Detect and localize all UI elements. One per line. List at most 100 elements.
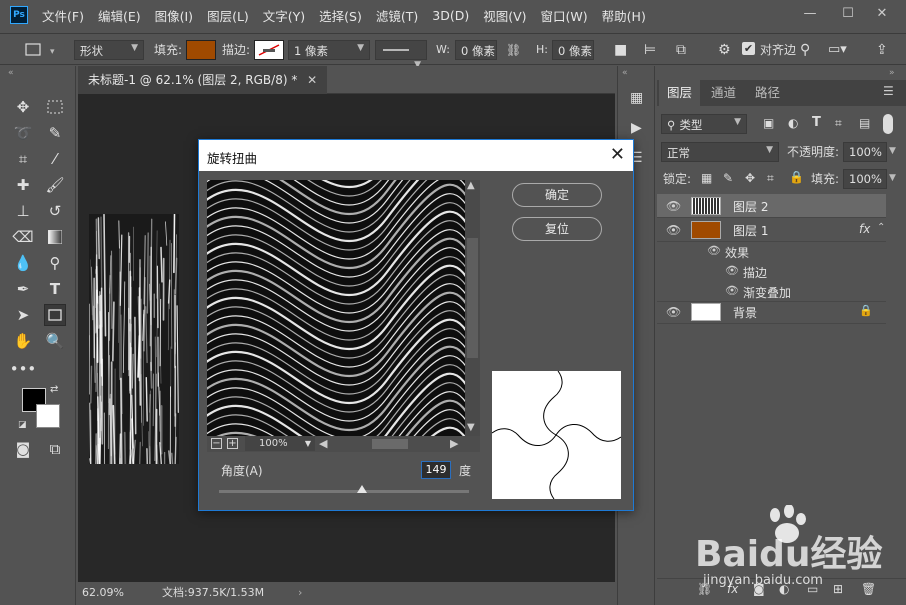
fill-color-swatch[interactable]	[186, 40, 216, 60]
scroll-left-icon[interactable]: ◀	[319, 437, 327, 450]
dialog-close-icon[interactable]: ✕	[610, 144, 625, 165]
align-edges-checkbox[interactable]: ✔	[742, 42, 755, 55]
effect-gradient-overlay-row[interactable]: 👁 渐变叠加	[657, 282, 886, 302]
path-operations-icon[interactable]: ■	[614, 40, 627, 60]
filter-preview[interactable]	[207, 180, 465, 436]
layer-filter-select[interactable]: ⚲ 类型 ▼	[661, 114, 747, 134]
tab-paths[interactable]: 路径	[747, 80, 788, 106]
effects-visibility-eye-icon[interactable]: 👁	[707, 244, 721, 257]
menu-layer[interactable]: 图层(L)	[207, 6, 249, 25]
history-panel-icon[interactable]: ▦	[630, 90, 643, 106]
zoom-in-icon[interactable]: +	[227, 438, 238, 449]
dodge-tool-icon[interactable]: ⚲	[44, 252, 66, 274]
path-selection-tool-icon[interactable]: ➤	[12, 304, 34, 326]
crop-tool-icon[interactable]: ⌗	[12, 148, 34, 170]
zoom-out-icon[interactable]: −	[211, 438, 222, 449]
lasso-tool-icon[interactable]: ➰	[12, 122, 34, 144]
lock-position-icon[interactable]: ✥	[745, 171, 755, 185]
scroll-down-icon[interactable]: ▼	[467, 422, 475, 433]
reset-button[interactable]: 复位	[512, 217, 602, 241]
quick-selection-tool-icon[interactable]: ✎	[44, 122, 66, 144]
swap-colors-icon[interactable]: ⇄	[50, 384, 58, 395]
menu-select[interactable]: 选择(S)	[319, 6, 362, 25]
visibility-eye-icon[interactable]: 👁	[666, 199, 681, 213]
effect-stroke-row[interactable]: 👁 描边	[657, 262, 886, 282]
path-arrangement-icon[interactable]: ⧉	[676, 40, 686, 60]
tool-preset-picker[interactable]: ▾	[22, 40, 62, 60]
zoom-level-select[interactable]: 100% ▼	[245, 436, 315, 451]
filter-toggle[interactable]	[883, 114, 893, 134]
hand-tool-icon[interactable]: ✋	[12, 330, 34, 352]
effects-row[interactable]: 👁 效果	[657, 242, 886, 262]
filter-pixel-icon[interactable]: ▣	[763, 116, 774, 130]
collapse-effects-icon[interactable]: ⌃	[877, 222, 885, 233]
link-icon[interactable]: ⛓	[506, 40, 521, 60]
angle-slider-thumb[interactable]	[356, 485, 367, 493]
collapse-icon[interactable]: «	[8, 68, 14, 78]
lock-all-icon[interactable]: 🔒	[789, 170, 804, 184]
workspace-icon[interactable]: ▭▾	[828, 40, 847, 60]
close-window-icon[interactable]: ✕	[868, 2, 896, 24]
dialog-title-bar[interactable]: 旋转扭曲 ✕	[199, 140, 633, 171]
gear-icon[interactable]: ⚙	[718, 40, 731, 60]
menu-filter[interactable]: 滤镜(T)	[376, 6, 418, 25]
vertical-scroll-thumb[interactable]	[467, 238, 478, 358]
lock-artboard-icon[interactable]: ⌗	[767, 171, 774, 186]
zoom-level[interactable]: 62.09%	[82, 582, 124, 603]
eyedropper-tool-icon[interactable]: ⁄	[44, 148, 66, 170]
menu-3d[interactable]: 3D(D)	[432, 8, 469, 23]
stroke-color-swatch[interactable]	[254, 40, 284, 60]
brush-tool-icon[interactable]: 🖌	[44, 174, 66, 196]
maximize-icon[interactable]: ☐	[834, 2, 862, 24]
tab-channels[interactable]: 通道	[703, 80, 744, 106]
collapse-strip-icon[interactable]: «	[622, 68, 628, 78]
angle-slider[interactable]	[219, 490, 469, 493]
rectangle-tool-icon[interactable]	[44, 304, 66, 326]
share-icon[interactable]: ⇪	[876, 40, 888, 60]
opacity-input[interactable]: 100%	[843, 142, 887, 162]
pen-tool-icon[interactable]: ✒	[12, 278, 34, 300]
clone-stamp-tool-icon[interactable]: ⊥	[12, 200, 34, 222]
filter-type-icon[interactable]: T	[812, 115, 821, 130]
document-tab[interactable]: 未标题-1 @ 62.1% (图层 2, RGB/8) * ✕	[78, 66, 328, 94]
blend-mode-select[interactable]: 正常 ▼	[661, 142, 779, 162]
tool-mode-select[interactable]: 形状 ▼	[74, 40, 144, 60]
path-alignment-icon[interactable]: ⊨	[644, 40, 656, 60]
close-tab-icon[interactable]: ✕	[307, 73, 317, 87]
scroll-up-icon[interactable]: ▲	[467, 180, 475, 191]
history-brush-tool-icon[interactable]: ↺	[44, 200, 66, 222]
background-color-swatch[interactable]	[36, 404, 60, 428]
layer-row-layer-2[interactable]: 👁 图层 2	[657, 194, 886, 218]
blur-tool-icon[interactable]: 💧	[12, 252, 34, 274]
tab-layers[interactable]: 图层	[659, 80, 701, 106]
menu-edit[interactable]: 编辑(E)	[98, 6, 141, 25]
screen-mode-icon[interactable]: ⧉	[44, 438, 66, 460]
stroke-width-select[interactable]: 1 像素 ▼	[288, 40, 370, 60]
gradient-tool-icon[interactable]	[44, 226, 66, 248]
eraser-tool-icon[interactable]: ⌫	[12, 226, 34, 248]
move-tool-icon[interactable]: ✥	[12, 96, 34, 118]
horizontal-scroll-thumb[interactable]	[372, 439, 408, 449]
default-colors-icon[interactable]: ◪	[18, 420, 27, 430]
menu-view[interactable]: 视图(V)	[483, 6, 526, 25]
angle-input[interactable]: 149	[421, 461, 451, 479]
fill-dropdown-icon[interactable]: ▼	[889, 173, 896, 183]
filter-shape-icon[interactable]: ⌗	[835, 116, 842, 131]
width-input[interactable]: 0 像素	[455, 40, 497, 60]
gradient-visibility-eye-icon[interactable]: 👁	[725, 284, 739, 297]
stroke-type-select[interactable]: ▼	[375, 40, 427, 70]
scroll-right-icon[interactable]: ▶	[450, 437, 458, 450]
fx-badge[interactable]: fx	[859, 222, 870, 236]
healing-brush-tool-icon[interactable]: ✚	[12, 174, 34, 196]
lock-transparent-icon[interactable]: ▦	[701, 171, 712, 185]
height-input[interactable]: 0 像素	[552, 40, 594, 60]
ok-button[interactable]: 确定	[512, 183, 602, 207]
collapse-panel-icon[interactable]: »	[889, 68, 895, 78]
fill-opacity-input[interactable]: 100%	[843, 169, 887, 189]
layer-row-background[interactable]: 👁 背景 🔒	[657, 300, 886, 324]
marquee-tool-icon[interactable]	[44, 96, 66, 118]
menu-image[interactable]: 图像(I)	[155, 6, 193, 25]
lock-image-icon[interactable]: ✎	[723, 171, 733, 185]
filter-adjustment-icon[interactable]: ◐	[788, 116, 798, 130]
status-arrow-icon[interactable]: ›	[298, 582, 302, 603]
